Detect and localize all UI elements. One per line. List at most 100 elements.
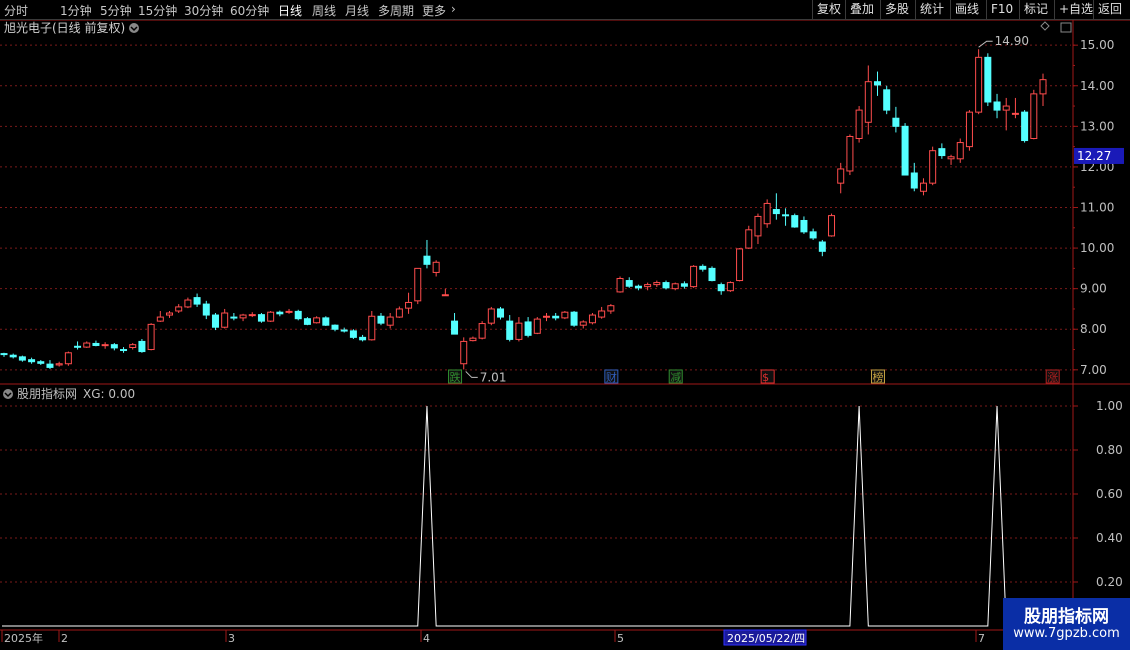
current-price-label: 12.27: [1077, 149, 1111, 163]
chart-title: 旭光电子(日线 前复权): [4, 20, 125, 35]
candle-up: [929, 150, 937, 184]
candle-up: [83, 342, 91, 348]
candle-down: [322, 317, 330, 326]
candle-down: [193, 297, 201, 305]
price-tick-label: 7.00: [1080, 363, 1107, 377]
candle-down: [451, 320, 459, 335]
price-tick-label: 10.00: [1080, 241, 1114, 255]
candle-up: [248, 314, 256, 317]
candle-down: [782, 214, 790, 217]
title-dropdown-icon[interactable]: [129, 23, 139, 33]
toolbar-button-1[interactable]: 叠加: [845, 0, 878, 19]
candle-up: [855, 109, 863, 140]
toolbar-button-6[interactable]: 标记: [1019, 0, 1052, 19]
date-axis-label: 2025年: [4, 631, 43, 645]
candle-down: [138, 340, 146, 353]
xg-indicator-line: [2, 405, 1071, 627]
candle-down: [708, 267, 716, 282]
candle-up: [469, 337, 477, 342]
candle-down: [294, 310, 302, 320]
toolbar-button-3[interactable]: 统计: [915, 0, 948, 19]
candle-down: [202, 303, 210, 316]
candle-up: [432, 261, 440, 273]
period-tab-0[interactable]: 分时: [4, 2, 28, 19]
watermark-banner: 股朋指标网 www.7gpzb.com: [1003, 598, 1130, 650]
candle-down: [892, 117, 900, 127]
price-tick-label: 11.00: [1080, 201, 1114, 215]
more-chevron-icon[interactable]: ›: [451, 2, 456, 16]
candle-down: [211, 314, 219, 328]
candle-down: [800, 219, 808, 233]
candle-down: [524, 321, 532, 336]
indicator-tick-label: 0.20: [1096, 575, 1123, 589]
candle-up: [644, 284, 652, 288]
diamond-icon[interactable]: [1040, 21, 1050, 31]
period-tab-3[interactable]: 15分钟: [138, 2, 177, 19]
panel-toggle-icon[interactable]: [1060, 22, 1072, 33]
period-tab-1[interactable]: 1分钟: [60, 2, 92, 19]
candle-down: [984, 56, 992, 103]
date-axis-label: 5: [617, 632, 624, 645]
candle-up: [754, 215, 762, 237]
period-tab-5[interactable]: 60分钟: [230, 2, 269, 19]
candle-down: [791, 215, 799, 228]
period-tab-6[interactable]: 日线: [278, 2, 302, 19]
toolbar-button-8[interactable]: 返回: [1093, 0, 1126, 19]
candle-down: [625, 280, 633, 287]
candle-up: [763, 202, 771, 225]
toolbar-button-7[interactable]: +自选: [1054, 0, 1097, 19]
indicator-dropdown-icon[interactable]: [3, 389, 13, 399]
candle-up: [671, 283, 679, 290]
candle-down: [9, 354, 17, 358]
candle-down: [92, 342, 100, 346]
candle-down: [662, 282, 670, 289]
price-tick-label: 9.00: [1080, 282, 1107, 296]
period-tab-9[interactable]: 多周期: [378, 2, 414, 19]
candle-down: [883, 89, 891, 111]
low-price-annotation: 7.01: [480, 370, 507, 384]
period-tab-7[interactable]: 周线: [312, 2, 336, 19]
event-marker-label: $: [762, 371, 769, 384]
candle-down: [331, 324, 339, 330]
candle-down: [230, 316, 238, 319]
chart-canvas[interactable]: 15.0014.0013.0012.0011.0010.009.008.007.…: [0, 20, 1130, 650]
candle-up: [947, 156, 955, 160]
indicator-tick-label: 0.80: [1096, 443, 1123, 457]
candle-up: [965, 111, 973, 148]
candle-up: [956, 142, 964, 160]
period-tab-8[interactable]: 月线: [345, 2, 369, 19]
candle-up: [175, 306, 183, 312]
period-tab-4[interactable]: 30分钟: [184, 2, 223, 19]
candle-up: [616, 278, 624, 293]
candle-down: [717, 284, 725, 292]
candle-up: [267, 311, 275, 322]
toolbar-button-4[interactable]: 画线: [950, 0, 983, 19]
candle-up: [441, 294, 449, 297]
high-price-annotation: 14.90: [995, 34, 1029, 48]
candle-up: [368, 315, 376, 341]
candle-down: [699, 265, 707, 270]
period-tab-10[interactable]: 更多: [422, 2, 446, 19]
candle-down: [46, 363, 54, 368]
toolbar-button-0[interactable]: 复权: [812, 0, 845, 19]
candle-up: [405, 301, 413, 309]
candle-down: [18, 356, 26, 361]
indicator-tick-label: 1.00: [1096, 399, 1123, 413]
candle-up: [828, 215, 836, 237]
candle-up: [607, 305, 615, 312]
candle-down: [359, 336, 367, 341]
candle-up: [147, 323, 155, 351]
candle-up: [129, 344, 137, 349]
toolbar-button-2[interactable]: 多股: [880, 0, 913, 19]
candle-up: [285, 310, 293, 313]
period-tab-2[interactable]: 5分钟: [100, 2, 132, 19]
candle-up: [313, 317, 321, 324]
price-tick-label: 8.00: [1080, 322, 1107, 336]
candle-up: [837, 168, 845, 184]
toolbar-button-5[interactable]: F10: [986, 0, 1017, 19]
candle-down: [0, 353, 8, 356]
candle-up: [386, 316, 394, 326]
event-marker-label: 减: [670, 371, 681, 384]
candle-up: [975, 56, 983, 113]
candle-down: [340, 329, 348, 332]
